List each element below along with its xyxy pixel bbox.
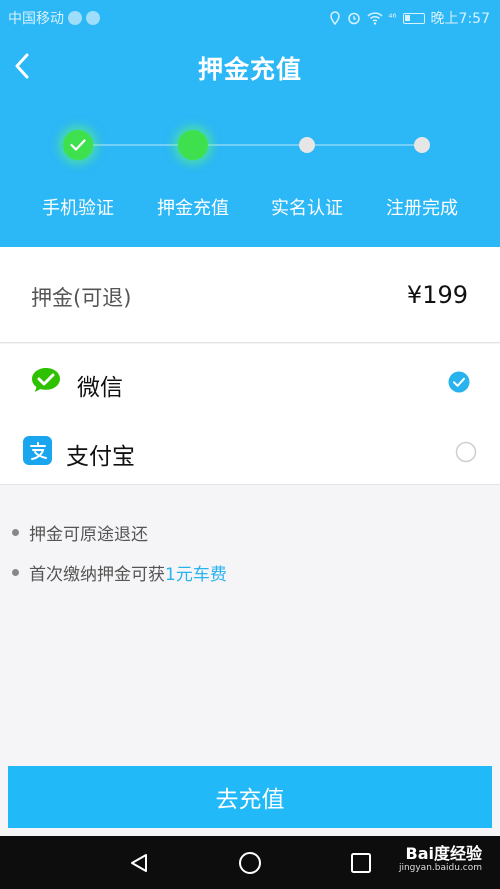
radio-checked-icon[interactable] — [448, 371, 470, 393]
note-bonus: 首次缴纳押金可获 1元车费 — [12, 560, 227, 585]
nav-back-button[interactable] — [124, 848, 154, 878]
note-bonus-text: 首次缴纳押金可获 — [29, 565, 165, 585]
header: 中国移动 ⁴⁶ 晚上7:57 押金充值 手机验证 押金充值 实名认证 注册完成 — [0, 0, 500, 247]
status-bar: 中国移动 ⁴⁶ 晚上7:57 — [0, 0, 500, 34]
note-refund-text: 押金可原途退还 — [29, 525, 148, 545]
alipay-icon — [23, 436, 52, 465]
step-label-phone: 手机验证 — [42, 198, 114, 219]
signal-icon: ⁴⁶ — [388, 12, 397, 24]
wechat-icon — [32, 368, 60, 392]
step-connector — [193, 144, 307, 146]
system-navbar: Bai度经验 jingyan.baidu.com — [0, 836, 500, 889]
baidu-watermark: Bai度经验 jingyan.baidu.com — [399, 846, 482, 873]
clock-time: 晚上7:57 — [430, 11, 490, 27]
step-4-indicator — [414, 137, 430, 153]
deposit-row: 押金(可退) ¥199 — [0, 247, 500, 343]
alipay-glyph-icon — [29, 441, 47, 460]
step-3-indicator — [299, 137, 315, 153]
circle-home-icon — [239, 852, 261, 874]
payment-option-alipay[interactable]: 支付宝 — [0, 416, 500, 486]
step-connector — [307, 144, 422, 146]
square-recents-icon — [351, 853, 371, 873]
step-label-complete: 注册完成 — [386, 198, 458, 219]
page-title: 押金充值 — [197, 55, 302, 84]
radio-unchecked-icon[interactable] — [455, 441, 477, 463]
deposit-amount: ¥199 — [406, 281, 468, 309]
nav-home-button[interactable] — [235, 848, 265, 878]
message-icon — [68, 11, 82, 25]
app-notification-icon — [86, 11, 100, 25]
status-left: 中国移动 — [8, 8, 100, 28]
alipay-label: 支付宝 — [66, 444, 135, 470]
payment-option-wechat[interactable]: 微信 — [0, 346, 500, 416]
check-icon — [70, 139, 86, 151]
carrier-label: 中国移动 — [8, 11, 64, 27]
note-bonus-highlight: 1元车费 — [165, 565, 227, 585]
battery-icon — [402, 12, 425, 24]
note-refund: 押金可原途退还 — [12, 520, 148, 545]
triangle-back-icon — [131, 854, 147, 872]
step-label-realname: 实名认证 — [271, 198, 343, 219]
status-right: ⁴⁶ 晚上7:57 — [329, 8, 490, 28]
deposit-label: 押金(可退) — [31, 286, 132, 310]
step-2-current-indicator — [178, 130, 208, 160]
wifi-icon — [366, 11, 383, 25]
step-connector — [78, 144, 193, 146]
watermark-brand: Bai度经验 — [405, 844, 482, 863]
bullet-icon — [12, 529, 19, 536]
step-label-deposit: 押金充值 — [157, 198, 229, 219]
payment-methods: 微信 支付宝 — [0, 344, 500, 485]
watermark-url: jingyan.baidu.com — [398, 863, 482, 873]
bullet-icon — [12, 569, 19, 576]
step-1-done-indicator — [63, 130, 93, 160]
nav-recents-button[interactable] — [346, 848, 376, 878]
alarm-icon — [347, 12, 360, 25]
recharge-button[interactable]: 去充值 — [8, 766, 492, 828]
location-icon — [329, 11, 340, 25]
wechat-label: 微信 — [77, 375, 123, 401]
